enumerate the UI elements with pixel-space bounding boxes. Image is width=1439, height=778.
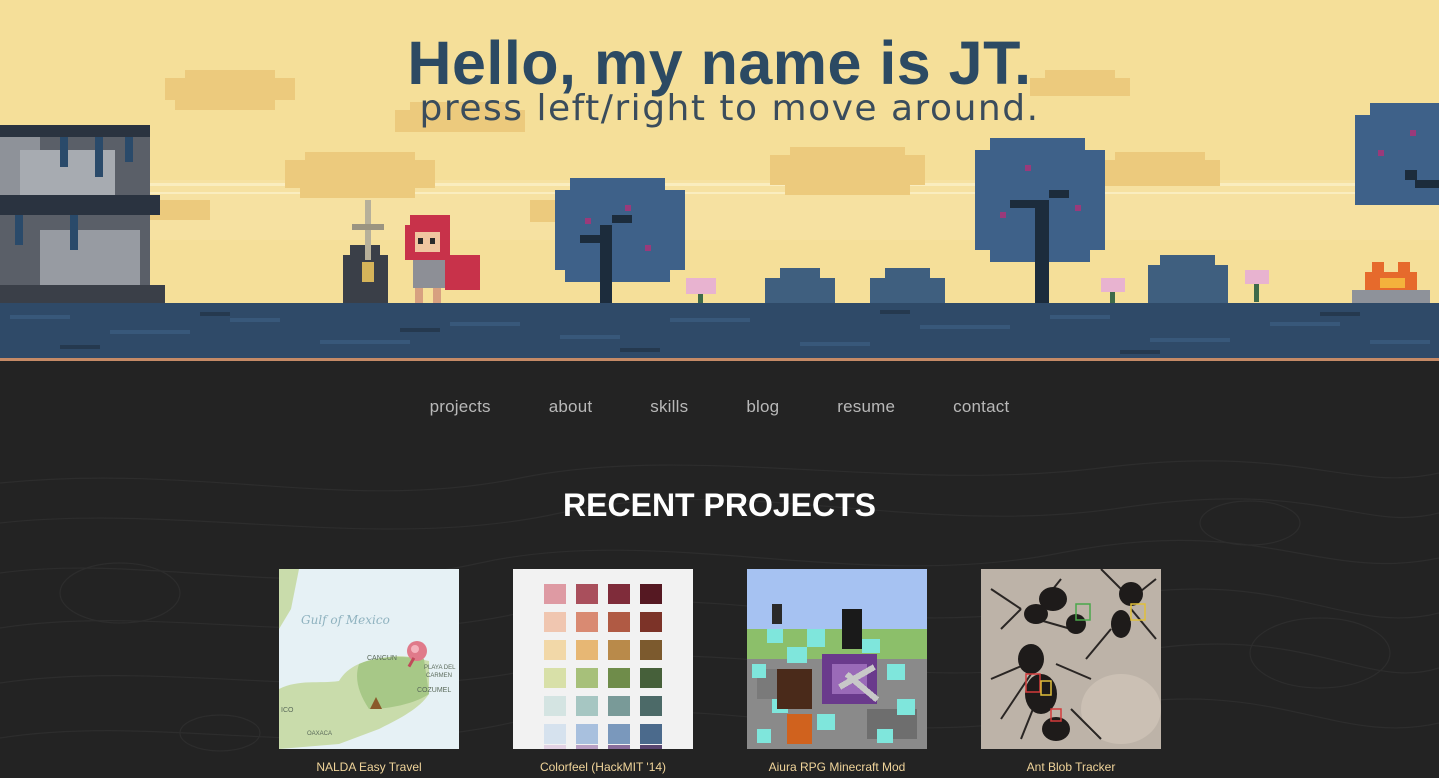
hero-banner: Hello, my name is JT. press left/right t… (0, 0, 1439, 360)
project-card[interactable]: Ant Blob Tracker (981, 569, 1161, 774)
map-label: PLAYA DEL (424, 665, 456, 671)
main-nav: projects about skills blog resume contac… (0, 361, 1439, 453)
nav-projects[interactable]: projects (430, 397, 491, 417)
map-label: Gulf of Mexico (301, 613, 390, 627)
map-label: OAXACA (307, 731, 332, 737)
nav-contact[interactable]: contact (953, 397, 1009, 417)
map-label: CARMEN (426, 673, 452, 679)
project-thumbnail-palette[interactable] (513, 569, 693, 749)
project-card[interactable]: Colorfeel (HackMIT '14) (513, 569, 693, 774)
nav-about[interactable]: about (549, 397, 593, 417)
project-thumbnail-map[interactable]: Gulf of Mexico CANCUN PLAYA DEL CARMEN C… (279, 569, 459, 749)
map-label: COZUMEL (417, 687, 451, 694)
recent-projects-section: RECENT PROJECTS Gulf of Mexico CANCUN PL… (0, 453, 1439, 778)
project-title[interactable]: Aiura RPG Minecraft Mod (747, 760, 927, 774)
page-subtitle: press left/right to move around. (419, 88, 1040, 129)
project-title[interactable]: NALDA Easy Travel (279, 760, 459, 774)
rock-cliff (0, 125, 165, 305)
map-label: CANCUN (367, 655, 397, 662)
nav-skills[interactable]: skills (650, 397, 688, 417)
nav-blog[interactable]: blog (746, 397, 779, 417)
project-title[interactable]: Colorfeel (HackMIT '14) (513, 760, 693, 774)
nav-resume[interactable]: resume (837, 397, 895, 417)
map-label: ICO (281, 707, 294, 714)
project-card[interactable]: Gulf of Mexico CANCUN PLAYA DEL CARMEN C… (279, 569, 459, 774)
project-title[interactable]: Ant Blob Tracker (981, 760, 1161, 774)
section-heading: RECENT PROJECTS (563, 487, 876, 523)
project-card[interactable]: Aiura RPG Minecraft Mod (747, 569, 927, 774)
ground (0, 303, 1439, 360)
project-thumbnail-ants[interactable] (981, 569, 1161, 749)
project-thumbnail-minecraft[interactable] (747, 569, 927, 749)
